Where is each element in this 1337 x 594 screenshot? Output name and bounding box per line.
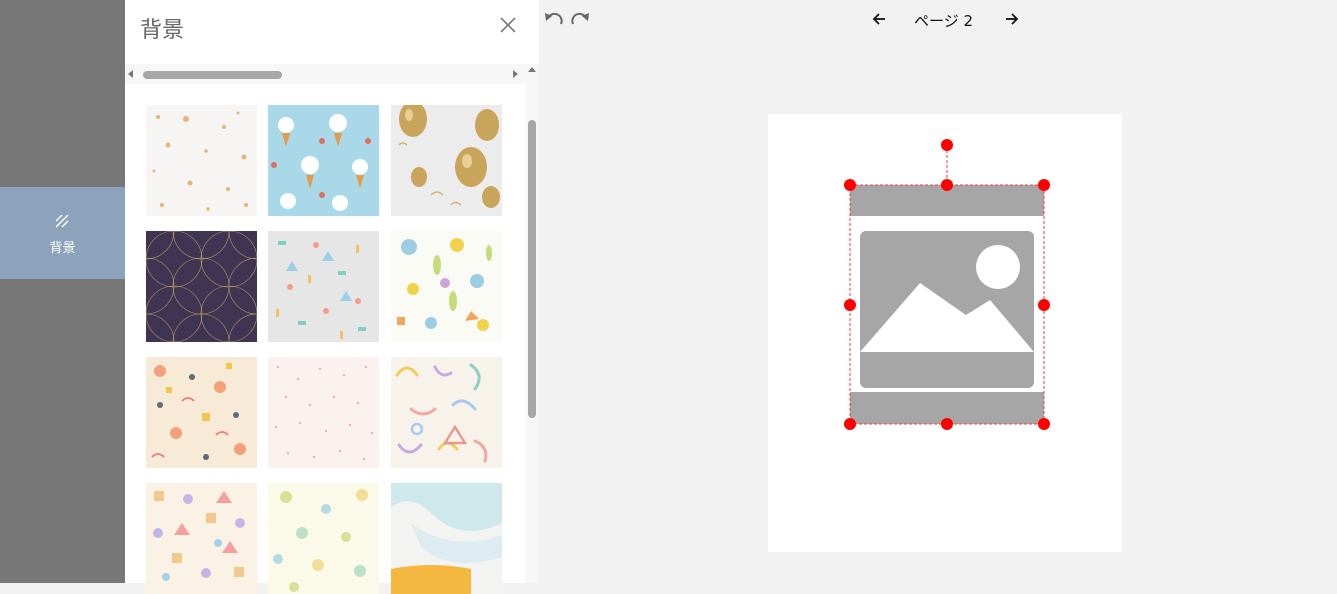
background-tile[interactable] (391, 231, 502, 342)
resize-handle-bottom[interactable] (941, 418, 953, 430)
resize-handle-top-right[interactable] (1038, 179, 1050, 191)
background-tile[interactable] (268, 105, 379, 216)
arrow-right-icon[interactable] (1004, 11, 1020, 27)
resize-handle-bottom-left[interactable] (844, 418, 856, 430)
left-rail: 背景 (0, 0, 125, 583)
resize-handle-left[interactable] (844, 299, 856, 311)
background-tile[interactable] (146, 483, 257, 594)
editor-toolbar: ページ 2 (543, 0, 1337, 40)
background-tile[interactable] (146, 231, 257, 342)
scroll-up-arrow-icon[interactable] (528, 67, 536, 72)
background-tile[interactable] (391, 483, 502, 594)
undo-icon[interactable] (543, 10, 565, 28)
background-tile[interactable] (391, 357, 502, 468)
resize-handle-top-left[interactable] (844, 179, 856, 191)
rotate-handle[interactable] (941, 139, 953, 151)
selected-image-element[interactable] (838, 135, 1058, 437)
page-indicator: ページ 2 (914, 12, 974, 30)
rail-item-label: 背景 (49, 241, 76, 256)
background-tile[interactable] (268, 483, 379, 594)
resize-handle-right[interactable] (1038, 299, 1050, 311)
background-tile[interactable] (391, 105, 502, 216)
horizontal-scroll-thumb[interactable] (143, 71, 282, 79)
background-pattern-icon (56, 215, 69, 228)
vertical-scroll-thumb[interactable] (528, 120, 536, 418)
panel-title: 背景 (140, 18, 185, 43)
rail-item-background[interactable]: 背景 (0, 187, 125, 279)
redo-icon[interactable] (569, 10, 591, 28)
close-icon[interactable] (497, 14, 519, 36)
scroll-left-arrow-icon[interactable] (128, 70, 133, 78)
resize-handle-top[interactable] (941, 179, 953, 191)
arrow-left-icon[interactable] (871, 11, 887, 27)
image-placeholder-icon (860, 231, 1034, 388)
panel-header: 背景 (125, 0, 525, 64)
resize-handle-bottom-right[interactable] (1038, 418, 1050, 430)
scroll-right-arrow-icon[interactable] (513, 70, 518, 78)
vertical-scrollbar[interactable] (525, 64, 539, 583)
background-tile[interactable] (268, 357, 379, 468)
background-tile[interactable] (268, 231, 379, 342)
background-tile[interactable] (146, 357, 257, 468)
background-tile[interactable] (146, 105, 257, 216)
horizontal-scrollbar[interactable] (125, 64, 525, 84)
background-panel: 背景 (125, 0, 539, 594)
